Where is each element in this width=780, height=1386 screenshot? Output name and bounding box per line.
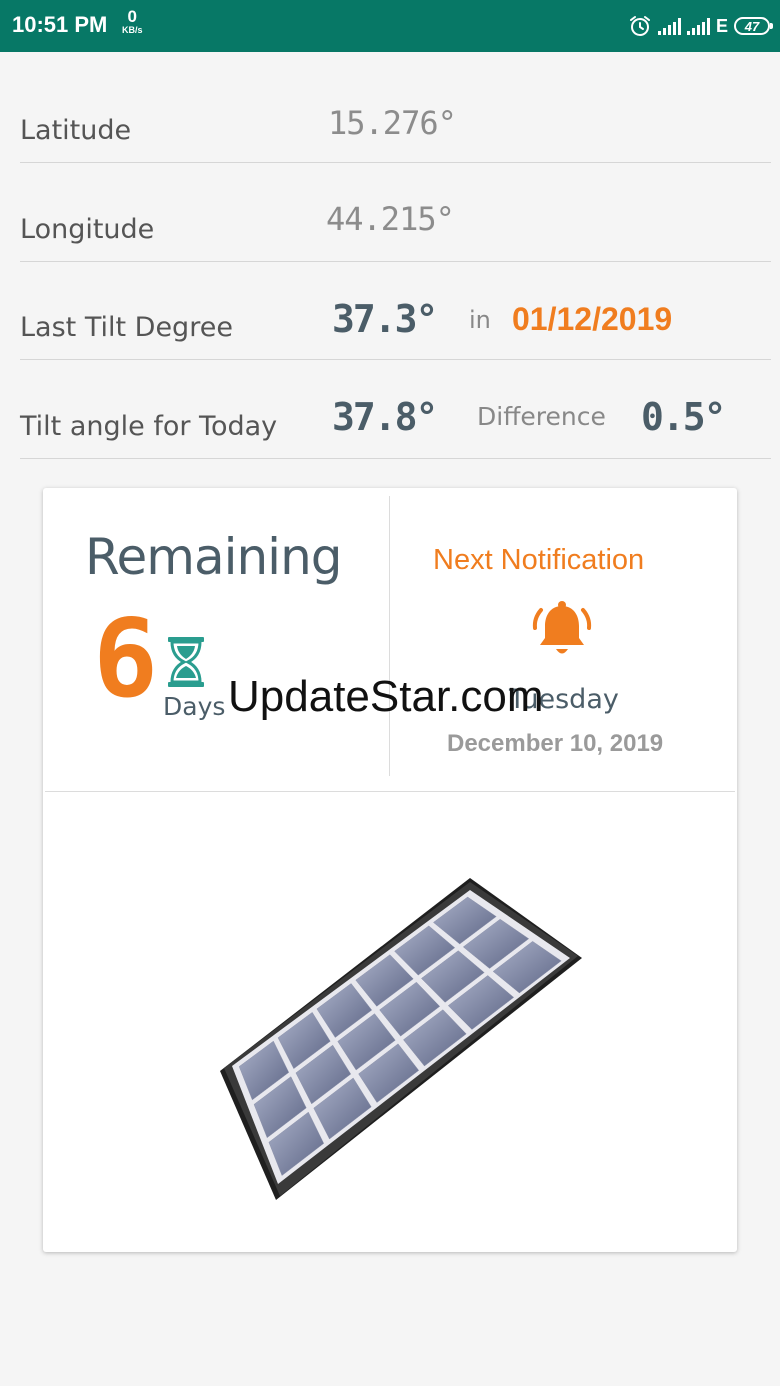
signal-icon — [657, 17, 681, 35]
remaining-label: Remaining — [85, 528, 343, 586]
alarm-icon — [629, 16, 650, 36]
last-tilt-date: 01/12/2019 — [512, 301, 673, 337]
next-date: December 10, 2019 — [447, 730, 664, 757]
latitude-row: Latitude 15.276° — [20, 64, 771, 163]
today-tilt-label: Tilt angle for Today — [20, 411, 278, 442]
latitude-label: Latitude — [20, 115, 132, 146]
bell-icon — [532, 601, 592, 654]
network-type: E — [715, 15, 728, 36]
hourglass-icon — [168, 637, 204, 687]
signal-icon — [686, 17, 710, 35]
next-notification-label: Next Notification — [433, 544, 645, 576]
latitude-value: 15.276° — [328, 104, 457, 142]
status-time: 10:51 PM — [12, 12, 108, 37]
net-speed-value: 0 — [127, 7, 137, 26]
net-speed-unit: KB/s — [122, 25, 143, 35]
last-tilt-label: Last Tilt Degree — [20, 312, 233, 343]
status-bar: 10:51 PM 0 KB/s E 47 — [0, 0, 780, 52]
battery-level: 47 — [744, 18, 760, 34]
remaining-count: 6 — [93, 597, 159, 722]
longitude-value: 44.215° — [326, 200, 455, 238]
difference-label: Difference — [477, 402, 606, 431]
battery-icon: 47 — [734, 17, 773, 35]
net-speed: 0 KB/s — [122, 8, 143, 35]
longitude-row: Longitude 44.215° — [20, 163, 771, 262]
longitude-label: Longitude — [20, 214, 155, 245]
watermark-text: UpdateStar.com — [228, 672, 544, 721]
remaining-unit: Days — [163, 692, 226, 721]
solar-panel-image — [220, 878, 582, 1200]
status-icons: E 47 — [628, 12, 773, 40]
vertical-divider — [389, 496, 390, 776]
today-tilt-value: 37.8° — [332, 395, 438, 439]
last-tilt-row: Last Tilt Degree 37.3° in 01/12/2019 — [20, 261, 771, 360]
today-tilt-row: Tilt angle for Today 37.8° Difference 0.… — [20, 360, 771, 459]
last-tilt-value: 37.3° — [332, 297, 438, 341]
last-tilt-in-label: in — [469, 306, 491, 334]
horizontal-divider — [45, 791, 735, 792]
difference-value: 0.5° — [641, 395, 727, 439]
